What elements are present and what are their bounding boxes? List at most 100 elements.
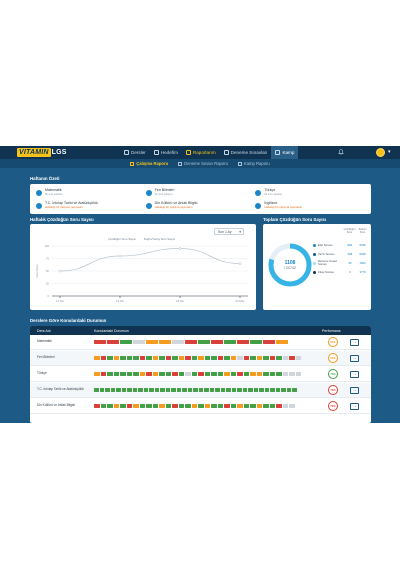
topic-segment[interactable] bbox=[154, 387, 159, 393]
topic-segment[interactable] bbox=[185, 355, 191, 361]
topic-segment[interactable] bbox=[237, 339, 249, 345]
topic-segment[interactable] bbox=[191, 371, 197, 377]
topic-segment[interactable] bbox=[100, 403, 106, 409]
topic-segment[interactable] bbox=[191, 355, 197, 361]
topic-segment[interactable] bbox=[172, 371, 178, 377]
topic-segment[interactable] bbox=[289, 403, 295, 409]
topic-segment[interactable] bbox=[217, 371, 223, 377]
topic-segment[interactable] bbox=[209, 387, 214, 393]
topic-segment[interactable] bbox=[256, 371, 262, 377]
nav-item-3[interactable]: Deneme Sınavları bbox=[220, 146, 272, 159]
topic-segment[interactable] bbox=[185, 339, 197, 345]
topic-segment[interactable] bbox=[224, 371, 230, 377]
topic-segment[interactable] bbox=[281, 387, 286, 393]
topic-segment[interactable] bbox=[250, 355, 256, 361]
topic-segment[interactable] bbox=[94, 387, 99, 393]
topic-segment[interactable] bbox=[198, 355, 204, 361]
topic-segment[interactable] bbox=[191, 403, 197, 409]
topic-segment[interactable] bbox=[185, 371, 191, 377]
topic-segment[interactable] bbox=[126, 403, 132, 409]
topic-segment[interactable] bbox=[133, 403, 139, 409]
topic-segment[interactable] bbox=[113, 403, 119, 409]
topic-segment[interactable] bbox=[237, 387, 242, 393]
topic-segment[interactable] bbox=[127, 387, 132, 393]
topic-segment[interactable] bbox=[165, 403, 171, 409]
topic-segment[interactable] bbox=[152, 371, 158, 377]
topic-segment[interactable] bbox=[120, 371, 126, 377]
topic-segment[interactable] bbox=[256, 355, 262, 361]
topic-segment[interactable] bbox=[204, 355, 210, 361]
go-detail-button[interactable]: → bbox=[350, 354, 359, 362]
topic-segment[interactable] bbox=[269, 355, 275, 361]
topic-segment[interactable] bbox=[237, 355, 243, 361]
topic-segment[interactable] bbox=[105, 387, 110, 393]
topic-segment[interactable] bbox=[276, 403, 282, 409]
topic-segment[interactable] bbox=[193, 387, 198, 393]
subnav-item-1[interactable]: Deneme Sınavı Raporu bbox=[173, 159, 233, 168]
topic-segment[interactable] bbox=[282, 403, 288, 409]
topic-segment[interactable] bbox=[121, 387, 126, 393]
topic-segment[interactable] bbox=[242, 387, 247, 393]
topic-segment[interactable] bbox=[276, 371, 282, 377]
topic-segment[interactable] bbox=[198, 403, 204, 409]
topic-segment[interactable] bbox=[230, 371, 236, 377]
nav-item-2[interactable]: Raporlarım bbox=[182, 146, 220, 159]
topic-segment[interactable] bbox=[211, 403, 217, 409]
topic-segment[interactable] bbox=[165, 355, 171, 361]
topic-segment[interactable] bbox=[217, 355, 223, 361]
data-point[interactable] bbox=[178, 247, 182, 250]
topic-segment[interactable] bbox=[159, 355, 165, 361]
topic-segment[interactable] bbox=[276, 339, 288, 345]
bell-icon[interactable] bbox=[338, 149, 344, 155]
topic-segment[interactable] bbox=[263, 355, 269, 361]
topic-segment[interactable] bbox=[178, 371, 184, 377]
topic-segment[interactable] bbox=[250, 371, 256, 377]
topic-segment[interactable] bbox=[159, 339, 171, 345]
topic-segment[interactable] bbox=[146, 371, 152, 377]
topic-segment[interactable] bbox=[113, 355, 119, 361]
topic-segment[interactable] bbox=[230, 403, 236, 409]
topic-segment[interactable] bbox=[176, 387, 181, 393]
topic-segment[interactable] bbox=[172, 403, 178, 409]
topic-segment[interactable] bbox=[152, 355, 158, 361]
topic-segment[interactable] bbox=[264, 387, 269, 393]
topic-segment[interactable] bbox=[243, 355, 249, 361]
topic-segment[interactable] bbox=[220, 387, 225, 393]
topic-segment[interactable] bbox=[211, 339, 223, 345]
topic-segment[interactable] bbox=[133, 355, 139, 361]
topic-segment[interactable] bbox=[263, 339, 275, 345]
nav-item-4[interactable]: Kamp bbox=[271, 146, 299, 159]
topic-segment[interactable] bbox=[133, 339, 145, 345]
topic-segment[interactable] bbox=[171, 387, 176, 393]
data-point[interactable] bbox=[118, 254, 122, 258]
topic-segment[interactable] bbox=[289, 355, 295, 361]
topic-segment[interactable] bbox=[107, 339, 119, 345]
topic-segment[interactable] bbox=[198, 371, 204, 377]
subnav-item-2[interactable]: Kamp Raporu bbox=[233, 159, 275, 168]
topic-segment[interactable] bbox=[152, 403, 158, 409]
topic-segment[interactable] bbox=[126, 371, 132, 377]
topic-segment[interactable] bbox=[282, 355, 288, 361]
topic-segment[interactable] bbox=[269, 371, 275, 377]
topic-segment[interactable] bbox=[215, 387, 220, 393]
topic-segment[interactable] bbox=[204, 371, 210, 377]
topic-segment[interactable] bbox=[110, 387, 115, 393]
topic-segment[interactable] bbox=[182, 387, 187, 393]
topic-segment[interactable] bbox=[204, 387, 209, 393]
topic-segment[interactable] bbox=[286, 387, 291, 393]
topic-segment[interactable] bbox=[256, 403, 262, 409]
go-detail-button[interactable]: → bbox=[350, 338, 359, 346]
topic-segment[interactable] bbox=[187, 387, 192, 393]
nav-item-0[interactable]: Dersler bbox=[120, 146, 150, 159]
topic-segment[interactable] bbox=[237, 371, 243, 377]
topic-segment[interactable] bbox=[270, 387, 275, 393]
data-point[interactable] bbox=[238, 262, 242, 265]
topic-segment[interactable] bbox=[120, 403, 126, 409]
topic-segment[interactable] bbox=[146, 339, 158, 345]
topic-segment[interactable] bbox=[159, 371, 165, 377]
topic-segment[interactable] bbox=[292, 387, 297, 393]
topic-segment[interactable] bbox=[126, 355, 132, 361]
topic-segment[interactable] bbox=[198, 339, 210, 345]
topic-segment[interactable] bbox=[231, 387, 236, 393]
topic-segment[interactable] bbox=[120, 339, 132, 345]
